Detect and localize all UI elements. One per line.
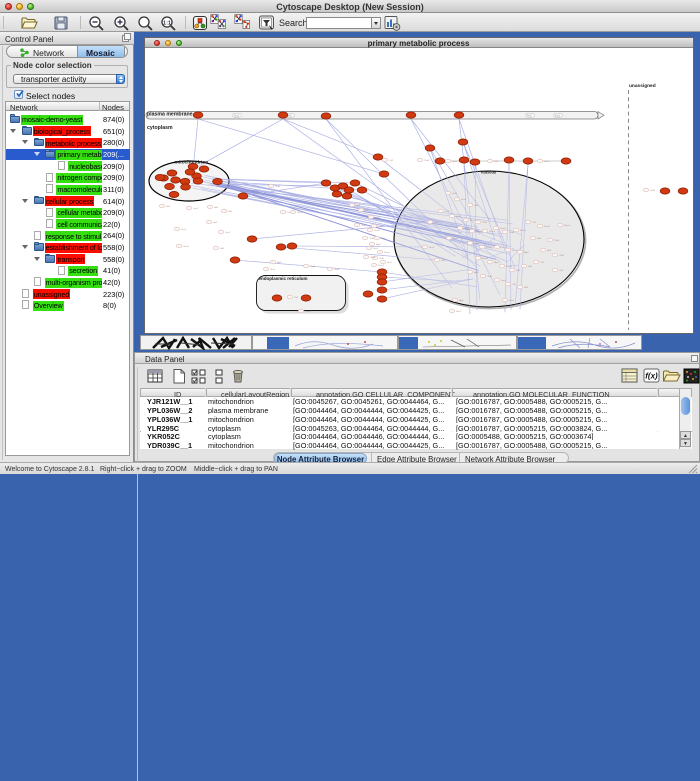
svg-text:Pma1: Pma1	[384, 252, 390, 254]
svg-text:Atp2: Atp2	[376, 243, 381, 246]
svg-text:Snc1: Snc1	[456, 216, 462, 218]
svg-text:Pma1: Pma1	[476, 231, 482, 233]
svg-text:Snc1: Snc1	[555, 114, 561, 117]
svg-text:Pma1: Pma1	[489, 231, 495, 233]
svg-text:Snc1: Snc1	[461, 199, 467, 201]
svg-text:Atp2: Atp2	[277, 261, 282, 264]
svg-text:Snc1: Snc1	[234, 114, 240, 117]
svg-text:cytoplasm: cytoplasm	[147, 125, 173, 131]
svg-text:Yhb1: Yhb1	[474, 243, 480, 245]
svg-text:Yhb1: Yhb1	[487, 276, 493, 278]
svg-text:Snc1: Snc1	[453, 238, 459, 240]
svg-text:Snc1: Snc1	[544, 161, 550, 163]
svg-text:Atp2: Atp2	[524, 251, 529, 254]
svg-text:Snc1: Snc1	[373, 248, 379, 250]
svg-text:Pma1: Pma1	[506, 266, 512, 268]
svg-text:Atp2: Atp2	[474, 271, 479, 274]
svg-text:Snc1: Snc1	[365, 210, 371, 212]
svg-text:Yhb1: Yhb1	[334, 269, 340, 271]
svg-text:Pma1: Pma1	[305, 311, 311, 313]
svg-text:Snc1: Snc1	[452, 193, 458, 195]
svg-text:Yhb1: Yhb1	[482, 222, 488, 224]
svg-text:Snc1: Snc1	[452, 161, 458, 163]
svg-text:Yhb1: Yhb1	[650, 190, 656, 192]
svg-text:Pma1: Pma1	[564, 225, 570, 227]
svg-text:Yhb1: Yhb1	[559, 255, 565, 257]
svg-text:Snc1: Snc1	[375, 217, 381, 219]
svg-text:Pma1: Pma1	[500, 228, 506, 230]
svg-text:Snc1: Snc1	[501, 280, 507, 282]
svg-text:Fet3: Fet3	[527, 114, 532, 117]
svg-text:Idh1: Idh1	[166, 206, 171, 208]
svg-text:Yhb1: Yhb1	[424, 160, 430, 162]
svg-text:Atp2: Atp2	[494, 261, 499, 264]
svg-text:plasma membrane: plasma membrane	[147, 112, 193, 118]
svg-text:Idh1: Idh1	[228, 211, 233, 213]
svg-text:Pma1: Pma1	[544, 226, 550, 228]
svg-text:Snc1: Snc1	[225, 232, 231, 234]
svg-text:nucleus: nucleus	[481, 170, 497, 175]
svg-text:Idh1: Idh1	[220, 248, 225, 250]
svg-text:Snc1: Snc1	[270, 269, 276, 271]
svg-text:Yhb1: Yhb1	[361, 225, 367, 227]
svg-text:Atp2: Atp2	[459, 299, 464, 302]
svg-text:Yhb1: Yhb1	[379, 258, 385, 260]
svg-text:Yhb1: Yhb1	[275, 186, 281, 188]
svg-text:f(x): f(x)	[645, 372, 658, 381]
svg-text:Idh1: Idh1	[214, 207, 219, 209]
svg-text:Pma1: Pma1	[520, 230, 526, 232]
svg-text:Yhb1: Yhb1	[310, 266, 316, 268]
svg-text:Yhb1: Yhb1	[464, 228, 470, 230]
svg-text:1:1: 1:1	[163, 21, 171, 27]
svg-text:Pma1: Pma1	[297, 212, 303, 214]
svg-text:endoplasmic reticulum: endoplasmic reticulum	[259, 276, 308, 281]
svg-text:Snc1: Snc1	[193, 208, 199, 210]
svg-text:Snc1: Snc1	[509, 300, 515, 302]
svg-text:Snc1: Snc1	[429, 247, 435, 249]
svg-text:Pma1: Pma1	[482, 258, 488, 260]
svg-text:Yhb1: Yhb1	[509, 232, 515, 234]
svg-text:Yhb1: Yhb1	[370, 257, 376, 259]
svg-text:Yhb1: Yhb1	[554, 240, 560, 242]
svg-text:Cit2: Cit2	[494, 160, 499, 163]
svg-text:Snc1: Snc1	[181, 229, 187, 231]
svg-text:Cit2: Cit2	[389, 159, 394, 162]
svg-text:Pma1: Pma1	[486, 247, 492, 249]
svg-text:Idh1: Idh1	[213, 222, 218, 224]
svg-text:Pma1: Pma1	[183, 246, 189, 248]
svg-text:mitochondrion: mitochondrion	[175, 160, 209, 166]
svg-text:Pma1: Pma1	[374, 230, 380, 232]
svg-text:Snc1: Snc1	[387, 262, 393, 264]
svg-text:Snc1: Snc1	[456, 311, 462, 313]
svg-text:Pma1: Pma1	[378, 265, 384, 267]
svg-text:unassigned: unassigned	[629, 83, 656, 89]
